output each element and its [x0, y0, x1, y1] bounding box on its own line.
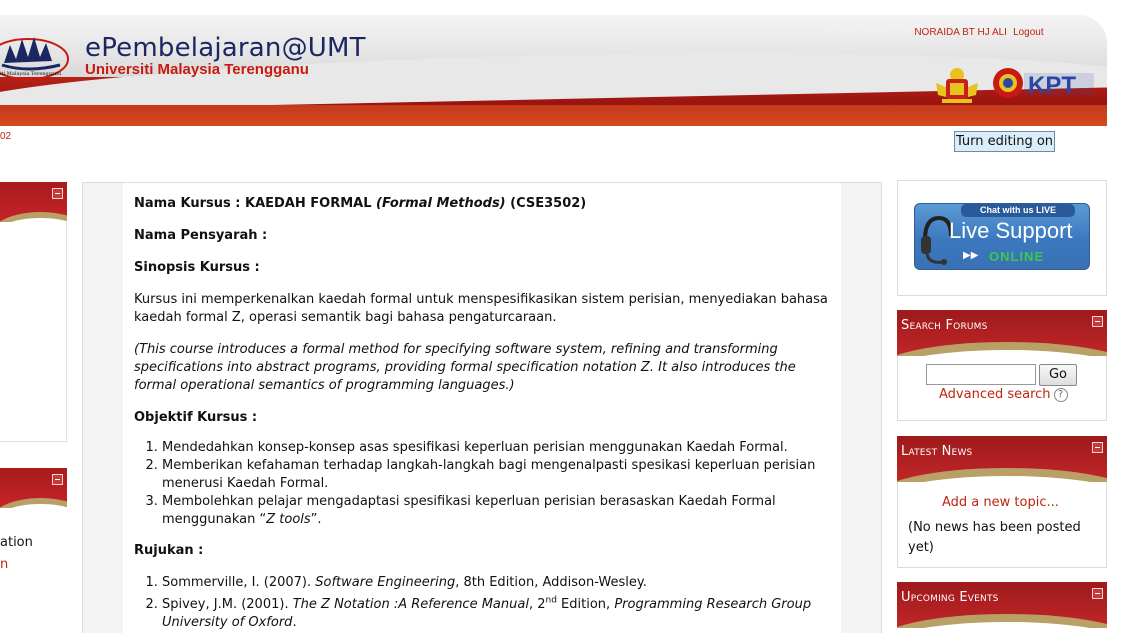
search-forums-header: Search Forums: [897, 310, 1107, 356]
collapse-icon[interactable]: [52, 474, 63, 485]
course-summary: Nama Kursus : KAEDAH FORMAL (Formal Meth…: [123, 183, 841, 633]
ref-authors: Spivey, J.M. (2001).: [162, 597, 293, 612]
live-status: ONLINE: [989, 249, 1045, 264]
ref-title: Software Engineering: [315, 575, 456, 590]
left-block-1: [0, 182, 67, 442]
course-name-english: (Formal Methods): [376, 196, 506, 211]
upcoming-events-title: Upcoming Events: [901, 590, 999, 605]
course-code: (CSE3502): [505, 196, 587, 211]
synopsis-malay: Kursus ini memperkenalkan kaedah formal …: [134, 292, 828, 325]
advanced-search-link[interactable]: Advanced search: [939, 387, 1051, 402]
objectives-list: Mendedahkan konsep-konsep asas spesifika…: [162, 439, 831, 529]
course-name-label: Nama Kursus :: [134, 196, 245, 211]
umt-logo-icon[interactable]: [0, 29, 72, 91]
references-label: Rujukan :: [134, 543, 204, 558]
objective-item: Membolehkan pelajar mengadaptasi spesifi…: [162, 493, 831, 529]
breadcrumb[interactable]: 02: [0, 131, 11, 142]
malaysia-crest-icon: [936, 68, 978, 103]
main-content-area: Nama Kursus : KAEDAH FORMAL (Formal Meth…: [82, 182, 882, 633]
latest-news-header: Latest News: [897, 436, 1107, 482]
collapse-icon[interactable]: [1092, 588, 1103, 599]
search-go-button[interactable]: Go: [1039, 364, 1077, 386]
logo-caption: iti Malaysia Terengganu: [0, 71, 62, 77]
search-forums-body: Go Advanced search?: [897, 356, 1107, 421]
advanced-search: Advanced search?: [939, 387, 1068, 402]
objective-text: Membolehkan pelajar mengadaptasi spesifi…: [162, 494, 776, 527]
play-arrows-icon: ▶▶: [963, 250, 979, 261]
logout-paren-close: ): [1043, 27, 1047, 38]
kpt-logo-text: KPT: [1028, 72, 1076, 99]
logout-link[interactable]: Logout: [1013, 27, 1044, 38]
objective-item: Memberikan kefahaman terhadap langkah-la…: [162, 457, 831, 493]
synopsis-english: (This course introduces a formal method …: [134, 342, 796, 393]
references-list: Sommerville, I. (2007). Software Enginee…: [162, 574, 831, 632]
live-support-block: Chat with us LIVE Live Support ▶▶ ONLINE: [897, 180, 1107, 296]
synopsis-label: Sinopsis Kursus :: [134, 260, 260, 275]
login-info: You are logged in as NORAIDA BT HJ ALI (…: [821, 27, 1047, 38]
add-new-topic-link[interactable]: Add a new topic...: [942, 495, 1059, 510]
left-block-text: ation: [0, 535, 33, 550]
live-support-title: Live Support: [949, 218, 1073, 243]
kpt-logo-icon: KPT: [993, 68, 1094, 99]
site-title: ePembelajaran@UMT: [85, 33, 366, 63]
objectives-label: Objektif Kursus :: [134, 410, 258, 425]
objective-item: Mendedahkan konsep-konsep asas spesifika…: [162, 439, 831, 457]
objective-end: ”.: [310, 512, 322, 527]
objective-z-tools: Z tools: [266, 512, 311, 527]
turn-editing-on-button[interactable]: Turn editing on: [954, 131, 1055, 152]
left-block-1-body: [0, 222, 67, 442]
live-chat-label: Chat with us LIVE: [961, 204, 1075, 217]
left-block-2: [0, 468, 67, 508]
ref-authors: Sommerville, I. (2007).: [162, 575, 316, 590]
latest-news-body: Add a new topic... (No news has been pos…: [897, 482, 1107, 568]
left-block-link[interactable]: n: [0, 557, 8, 572]
login-prefix: You are logged in as: [820, 27, 915, 38]
header-orange-band: [0, 105, 1107, 126]
help-icon[interactable]: ?: [1053, 387, 1068, 402]
ref-end: .: [292, 615, 297, 630]
site-header: iti Malaysia Terengganu ePembelajaran@UM…: [0, 15, 1107, 126]
latest-news-title: Latest News: [901, 444, 973, 459]
reference-item: Spivey, J.M. (2001). The Z Notation :A R…: [162, 596, 831, 632]
site-subtitle: Universiti Malaysia Terengganu: [85, 61, 309, 78]
collapse-icon[interactable]: [52, 188, 63, 199]
ref-edition-rest: Edition,: [556, 597, 615, 612]
lecturer-label: Nama Pensyarah :: [134, 228, 268, 243]
ref-details: , 8th Edition, Addison-Wesley.: [455, 575, 647, 590]
ref-title: The Z Notation :A Reference Manual: [292, 597, 529, 612]
search-forums-input[interactable]: [926, 364, 1036, 385]
search-forums-title: Search Forums: [901, 318, 988, 333]
course-name-value: KAEDAH FORMAL: [245, 196, 377, 211]
collapse-icon[interactable]: [1092, 442, 1103, 453]
ref-edition-sup: nd: [545, 595, 557, 606]
collapse-icon[interactable]: [1092, 316, 1103, 327]
upcoming-events-header: Upcoming Events: [897, 582, 1107, 628]
left-block-2-header: [0, 468, 67, 508]
left-block-1-header: [0, 182, 67, 222]
reference-item: Sommerville, I. (2007). Software Enginee…: [162, 574, 831, 592]
user-name-link[interactable]: NORAIDA BT HJ ALI: [914, 27, 1007, 38]
course-name: Nama Kursus : KAEDAH FORMAL (Formal Meth…: [134, 195, 831, 213]
ref-edition: , 2: [528, 597, 546, 612]
no-news-message: (No news has been posted yet): [908, 520, 1081, 555]
live-support-button[interactable]: Chat with us LIVE Live Support ▶▶ ONLINE: [914, 203, 1090, 270]
